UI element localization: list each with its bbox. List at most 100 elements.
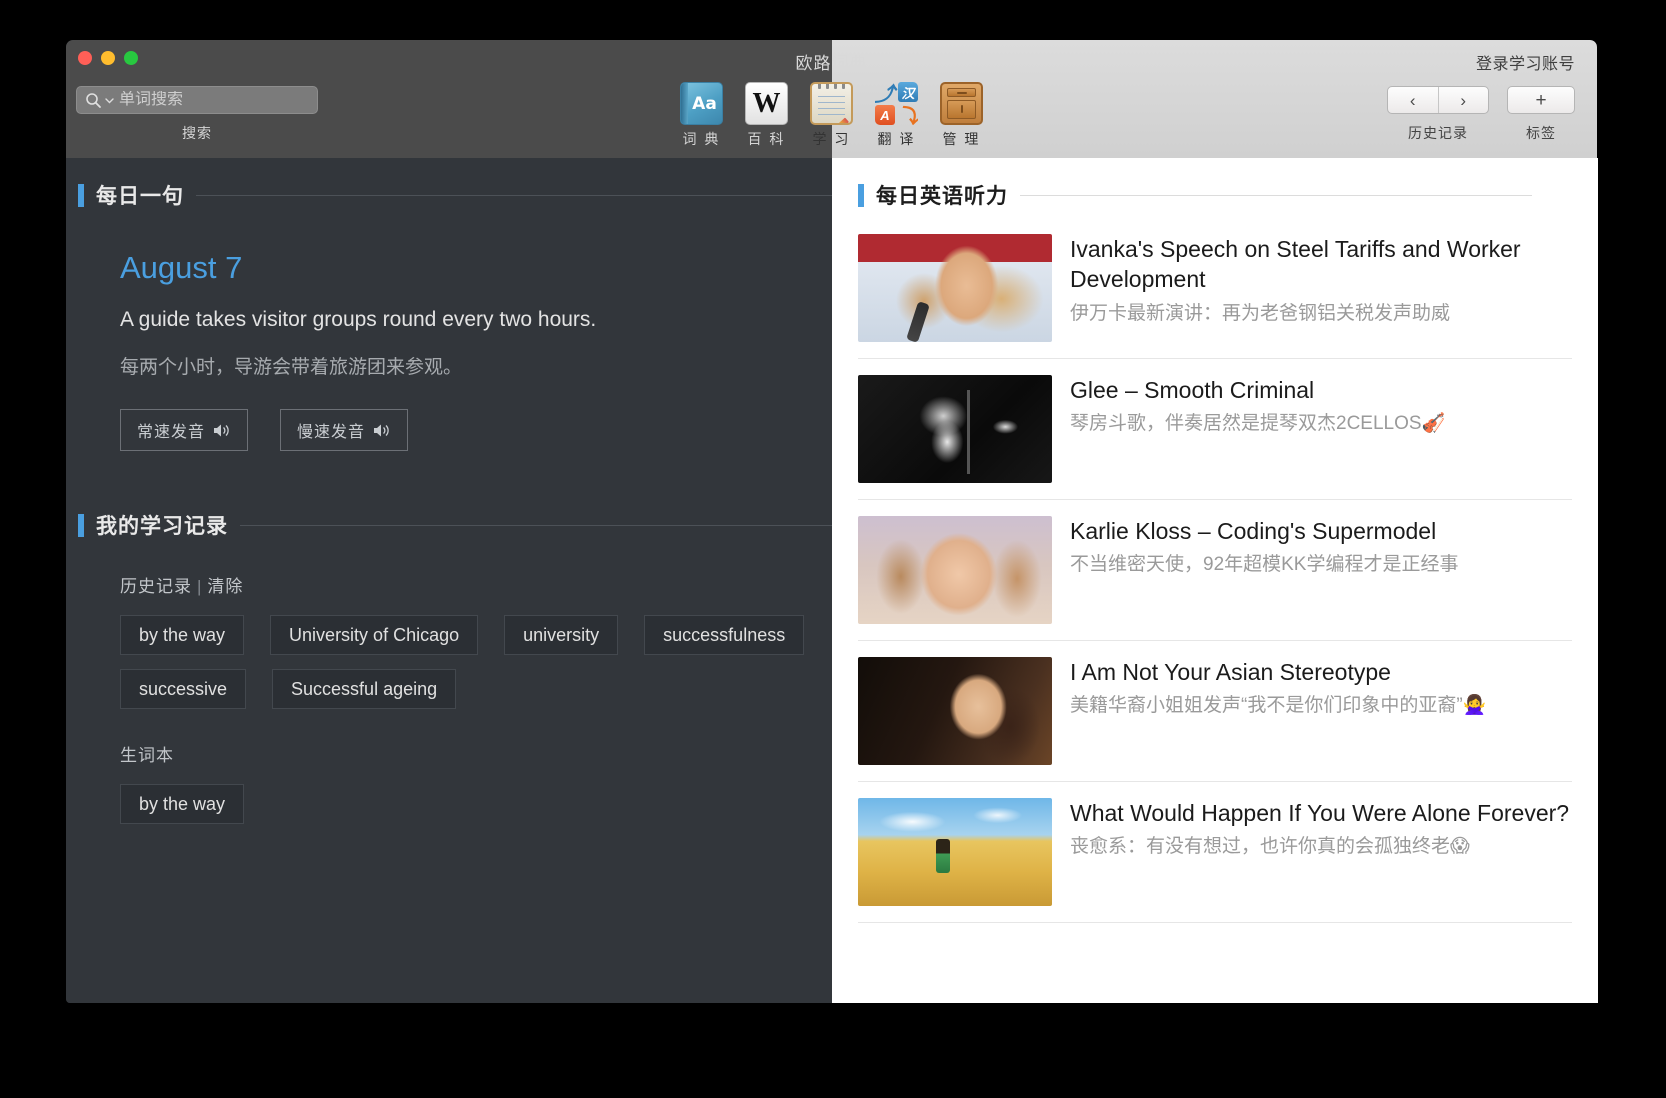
history-forward-button[interactable]: › bbox=[1439, 87, 1489, 113]
notepad-study-icon bbox=[810, 82, 853, 125]
tool-study-label: 学 习 bbox=[806, 129, 858, 149]
account-login-link[interactable]: 登录学习账号 bbox=[1476, 50, 1575, 74]
history-subheader: 历史记录 | 清除 bbox=[120, 572, 938, 597]
history-caption: 历史记录 bbox=[1387, 123, 1489, 143]
tool-encyclopedia-label: 百 科 bbox=[741, 129, 793, 149]
history-chip[interactable]: successive bbox=[120, 669, 246, 709]
listening-item[interactable]: Glee – Smooth Criminal 琴房斗歌，伴奏居然是提琴双杰2CEL… bbox=[858, 359, 1572, 500]
accent-bar bbox=[858, 184, 864, 207]
header-rule bbox=[1020, 195, 1532, 196]
tool-manage-label: 管 理 bbox=[936, 129, 988, 149]
header-rule bbox=[240, 525, 898, 526]
tool-dictionary-label: 词 典 bbox=[676, 129, 728, 149]
normal-speed-button[interactable]: 常速发音 bbox=[120, 409, 248, 451]
notepad-lines bbox=[818, 96, 845, 120]
study-record-section: 我的学习记录 历史记录 | 清除 by the way University of C… bbox=[78, 510, 938, 824]
listening-item-text: Glee – Smooth Criminal 琴房斗歌，伴奏居然是提琴双杰2CEL… bbox=[1070, 375, 1572, 483]
notepad-rings bbox=[816, 82, 847, 88]
listening-item-subtitle: 伊万卡最新演讲：再为老爸钢铝关税发声助威 bbox=[1070, 301, 1572, 328]
tool-manage[interactable]: 管 理 bbox=[936, 82, 988, 149]
history-chip[interactable]: Successful ageing bbox=[272, 669, 456, 709]
cabinet-drawer-bottom bbox=[947, 100, 976, 119]
translate-icon: ⤴ 汉 A ⤵ bbox=[875, 82, 918, 125]
daily-sentence-chinese: 每两个小时，导游会带着旅游团来参观。 bbox=[120, 352, 938, 379]
history-chip[interactable]: by the way bbox=[120, 615, 244, 655]
study-record-header: 我的学习记录 bbox=[78, 510, 938, 540]
daily-sentence-english: A guide takes visitor groups round every… bbox=[120, 308, 938, 332]
window-title: 欧路词典 bbox=[66, 49, 1597, 74]
listening-item-text: Ivanka's Speech on Steel Tariffs and Wor… bbox=[1070, 234, 1572, 342]
history-nav-group: ‹ › 历史记录 bbox=[1387, 86, 1489, 143]
speaker-wave-icon bbox=[213, 423, 231, 438]
translate-orange-arrow: ⤵ bbox=[900, 106, 917, 123]
wikipedia-icon: W bbox=[745, 82, 788, 125]
clear-history-link[interactable]: 清除 bbox=[207, 577, 243, 596]
listening-item-subtitle: 不当维密天使，92年超模KK学编程才是正经事 bbox=[1070, 552, 1572, 579]
daily-sentence-title: 每日一句 bbox=[96, 180, 184, 210]
listening-header: 每日英语听力 bbox=[858, 180, 1572, 210]
header-rule bbox=[196, 195, 898, 196]
dictionary-glyph: Aa bbox=[692, 94, 717, 114]
toolbar-tools: Aa 词 典 W 百 科 学 习 ⤴ bbox=[66, 82, 1597, 149]
listening-item-title: What Would Happen If You Were Alone Fore… bbox=[1070, 798, 1572, 828]
daily-sentence-date: August 7 bbox=[120, 250, 938, 286]
cabinet-drawer-top bbox=[947, 88, 976, 97]
dictionary-book-icon: Aa bbox=[680, 82, 723, 125]
listening-item-title: Glee – Smooth Criminal bbox=[1070, 375, 1572, 405]
daily-sentence-section: 每日一句 August 7 A guide takes visitor grou… bbox=[78, 180, 938, 451]
thumbnail-glee-smooth-criminal bbox=[858, 375, 1052, 483]
add-tab-button[interactable]: + bbox=[1507, 86, 1575, 114]
listening-title: 每日英语听力 bbox=[876, 180, 1008, 210]
listening-item-subtitle: 美籍华裔小姐姐发声“我不是你们印象中的亚裔”🙅‍♀️ bbox=[1070, 693, 1572, 720]
listening-item[interactable]: Ivanka's Speech on Steel Tariffs and Wor… bbox=[858, 226, 1572, 359]
accent-bar bbox=[78, 514, 84, 537]
history-chip[interactable]: successfulness bbox=[644, 615, 804, 655]
tool-translate-label: 翻 译 bbox=[871, 129, 923, 149]
history-label: 历史记录 bbox=[120, 577, 192, 596]
tags-caption: 标签 bbox=[1507, 123, 1575, 143]
wordbook-chip-list: by the way bbox=[120, 784, 932, 824]
listening-item-text: I Am Not Your Asian Stereotype美籍华裔小姐姐发声“… bbox=[1070, 657, 1572, 765]
history-segmented-control: ‹ › bbox=[1387, 86, 1489, 114]
file-cabinet-icon bbox=[940, 82, 983, 125]
tool-dictionary[interactable]: Aa 词 典 bbox=[676, 82, 728, 149]
listening-item-title: Ivanka's Speech on Steel Tariffs and Wor… bbox=[1070, 234, 1572, 295]
listening-item-title: Karlie Kloss – Coding's Supermodel bbox=[1070, 516, 1572, 546]
history-separator: | bbox=[197, 577, 202, 596]
tool-study[interactable]: 学 习 bbox=[806, 82, 858, 149]
wordbook-chip[interactable]: by the way bbox=[120, 784, 244, 824]
wordbook-subheader: 生词本 bbox=[120, 741, 938, 766]
history-chip[interactable]: University of Chicago bbox=[270, 615, 478, 655]
thumbnail-karlie-kloss bbox=[858, 516, 1052, 624]
thumbnail-ivanka-speech bbox=[858, 234, 1052, 342]
history-chip[interactable]: university bbox=[504, 615, 618, 655]
daily-sentence-audio-buttons: 常速发音 慢速发音 bbox=[120, 409, 938, 451]
listening-item-subtitle: 琴房斗歌，伴奏居然是提琴双杰2CELLOS🎻 bbox=[1070, 411, 1572, 438]
listening-item-text: What Would Happen If You Were Alone Fore… bbox=[1070, 798, 1572, 906]
translate-a-tile: A bbox=[875, 105, 895, 125]
listening-item-subtitle: 丧愈系：有没有想过，也许你真的会孤独终老😱 bbox=[1070, 834, 1572, 861]
listening-item[interactable]: Karlie Kloss – Coding's Supermodel 不当维密天使… bbox=[858, 500, 1572, 641]
title-bar: 欧路词典 登录学习账号 搜索 Aa 词 典 bbox=[66, 40, 1597, 158]
tag-group: + 标签 bbox=[1507, 86, 1575, 143]
listening-panel: 每日英语听力 Ivanka's Speech on Steel Tariffs … bbox=[832, 158, 1598, 1003]
thumbnail-alone-forever bbox=[858, 798, 1052, 906]
slow-speed-button[interactable]: 慢速发音 bbox=[280, 409, 408, 451]
listening-item[interactable]: What Would Happen If You Were Alone Fore… bbox=[858, 782, 1572, 923]
speaker-wave-icon bbox=[373, 423, 391, 438]
history-chip-list: by the way University of Chicago universit… bbox=[120, 615, 932, 709]
listening-item-text: Karlie Kloss – Coding's Supermodel 不当维密天使… bbox=[1070, 516, 1572, 624]
thumbnail-asian-stereotype bbox=[858, 657, 1052, 765]
normal-speed-label: 常速发音 bbox=[137, 418, 205, 442]
translate-blue-arrow: ⤴ bbox=[876, 84, 893, 101]
tool-translate[interactable]: ⤴ 汉 A ⤵ 翻 译 bbox=[871, 82, 923, 149]
study-record-title: 我的学习记录 bbox=[96, 510, 228, 540]
daily-sentence-header: 每日一句 bbox=[78, 180, 938, 210]
daily-listening-section: 每日英语听力 Ivanka's Speech on Steel Tariffs … bbox=[832, 158, 1598, 923]
history-back-button[interactable]: ‹ bbox=[1388, 87, 1439, 113]
listening-item[interactable]: I Am Not Your Asian Stereotype美籍华裔小姐姐发声“… bbox=[858, 641, 1572, 782]
translate-han-tile: 汉 bbox=[898, 82, 918, 102]
slow-speed-label: 慢速发音 bbox=[297, 418, 365, 442]
wikipedia-glyph: W bbox=[753, 90, 781, 118]
tool-encyclopedia[interactable]: W 百 科 bbox=[741, 82, 793, 149]
